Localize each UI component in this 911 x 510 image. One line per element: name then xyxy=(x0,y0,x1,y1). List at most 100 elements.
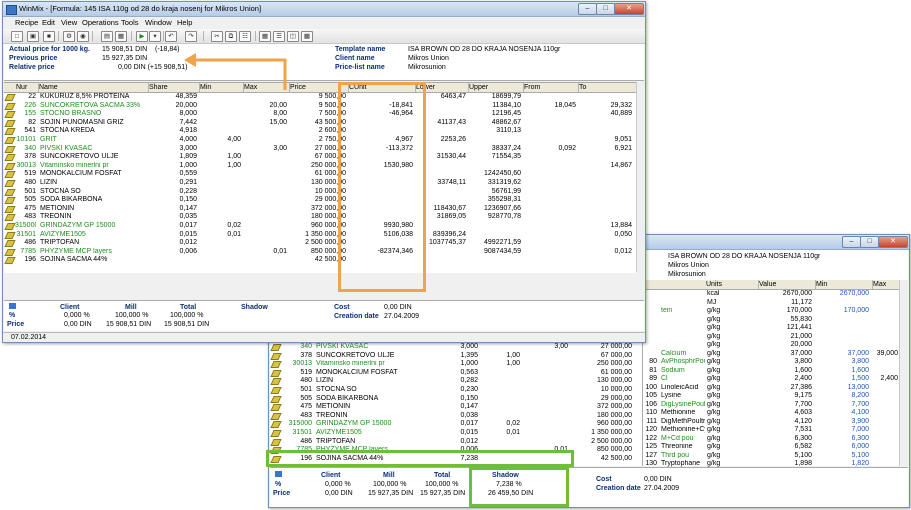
cell-min[interactable]: 1,00 xyxy=(199,153,241,162)
cell-name[interactable]: GRINDAZYM GP 15000 xyxy=(40,222,147,231)
cell-upper[interactable]: 4992271,59 xyxy=(468,239,521,248)
cell-share[interactable]: 1,000 xyxy=(428,360,478,369)
pencil-edit-icon[interactable] xyxy=(270,352,282,360)
nutrient-row[interactable]: 111 DigMethPoultry g/kg 4,120 3,900 xyxy=(643,418,899,427)
cell-share[interactable]: 20,000 xyxy=(148,102,197,111)
cell-price[interactable]: 960 000,00 xyxy=(570,420,632,429)
table-row[interactable]: 315000 GRINDAZYM GP 150000,0170,02 960 000… xyxy=(270,420,642,429)
cell-max[interactable]: 3,00 xyxy=(243,145,287,154)
cell-price[interactable]: 27 000,00 xyxy=(570,343,632,352)
cell-name[interactable]: PIVSKI KVASAC xyxy=(316,343,426,352)
grid-view-icon[interactable]: ▦ xyxy=(259,31,271,42)
nutrient-row[interactable]: Calcium g/kg 37,000 37,000 39,000 xyxy=(643,350,899,359)
nutrient-scrollbar[interactable] xyxy=(899,280,907,466)
cell-share[interactable]: 0,559 xyxy=(148,170,197,179)
cell-upper[interactable]: 331319,62 xyxy=(468,179,521,188)
redo-icon[interactable]: ↷ xyxy=(185,31,197,42)
cell-min[interactable]: 1,00 xyxy=(480,360,520,369)
undo-icon[interactable]: ↶ xyxy=(165,31,177,42)
pencil-edit-icon[interactable] xyxy=(4,162,16,170)
cell-name[interactable]: MONOKALCIUM FOSFAT xyxy=(40,170,147,179)
cell-price[interactable]: 130 000,00 xyxy=(570,377,632,386)
table-row[interactable]: 31501 AVIZYME1505 0,015 0,01 1 350 000,00 510… xyxy=(4,231,636,240)
settings-icon[interactable]: ⚙ xyxy=(63,31,75,42)
pencil-edit-icon[interactable] xyxy=(4,128,16,136)
menu-edit[interactable]: Edit xyxy=(42,18,55,27)
table-row[interactable]: 10101 GRIT 4,000 4,00 2 750,00 4,967 2253,26 9,… xyxy=(4,136,636,145)
cell-name[interactable]: Vitaminsko minerlni pr xyxy=(40,162,147,171)
cell-name[interactable]: SODA BIKARBONA xyxy=(40,196,147,205)
table-row[interactable]: 541 STOCNA KREDA 4,918 2 600,00 3110,13 xyxy=(4,127,636,136)
menu-recipe[interactable]: Recipe xyxy=(15,18,38,27)
table-row[interactable]: 31501 AVIZYME1505 0,015 0,01 1 350 000,00 xyxy=(270,429,642,438)
nutrient-row[interactable]: 122 M+Cd pou g/kg 6,300 6,300 xyxy=(643,435,899,444)
nutrient-row[interactable]: tein g/kg 170,000 170,000 xyxy=(643,307,899,316)
nutrient-row[interactable]: g/kg 21,000 xyxy=(643,333,899,342)
cell-price[interactable]: 10 000,00 xyxy=(570,386,632,395)
table-row[interactable]: 340 PIVSKI KVASAC 3,000 3,00 27 000,00 xyxy=(270,343,642,352)
new-recipe-icon[interactable]: □ xyxy=(11,31,23,42)
table-row[interactable]: 196 SOJINA SACMA 44% 42 500,00 xyxy=(4,256,636,265)
cell-price[interactable]: 61 000,00 xyxy=(570,369,632,378)
pencil-edit-icon[interactable] xyxy=(270,404,282,412)
menu-help[interactable]: Help xyxy=(177,18,192,27)
paste-icon[interactable]: ☷ xyxy=(239,31,251,42)
cell-upper[interactable]: 38337,24 xyxy=(468,145,521,154)
cell-share[interactable]: 0,015 xyxy=(428,429,478,438)
cell-share[interactable]: 3,000 xyxy=(148,145,197,154)
cell-share[interactable]: 0,150 xyxy=(428,395,478,404)
cell-price[interactable]: 250 000,00 xyxy=(570,360,632,369)
menu-window[interactable]: Window xyxy=(145,18,172,27)
cell-name[interactable]: METIONIN xyxy=(40,205,147,214)
nutrient-row[interactable]: 105 Lysine g/kg 9,175 8,200 xyxy=(643,392,899,401)
cell-to[interactable]: 0,012 xyxy=(578,248,632,257)
cell-name[interactable]: KUKURUZ 8,5% PROTEINA xyxy=(40,93,147,102)
nutrient-row[interactable]: 120 Methionine+Cystg/kg 7,531 7,000 xyxy=(643,426,899,435)
main-window-titlebar[interactable]: WinMix - [Formula: 145 ISA 110g od 28 do… xyxy=(3,2,645,17)
copy-icon[interactable]: ⧉ xyxy=(225,31,237,42)
menu-view[interactable]: View xyxy=(61,18,77,27)
cell-upper[interactable]: 928770,78 xyxy=(468,213,521,222)
cell-upper[interactable]: 11384,10 xyxy=(468,102,521,111)
minimize-button[interactable]: – xyxy=(578,3,597,15)
cell-name[interactable]: PIVSKI KVASAC xyxy=(40,145,147,154)
pencil-edit-icon[interactable] xyxy=(270,378,282,386)
nutrient-col-units[interactable]: Units xyxy=(705,280,759,289)
cell-upper[interactable]: 1236907,66 xyxy=(468,205,521,214)
pencil-edit-icon[interactable] xyxy=(270,361,282,369)
cell-share[interactable]: 0,012 xyxy=(428,438,478,447)
pencil-edit-icon[interactable] xyxy=(270,438,282,446)
cell-price[interactable]: 42 500,00 xyxy=(570,455,632,464)
pencil-edit-icon[interactable] xyxy=(270,395,282,403)
cell-min[interactable]: 0,01 xyxy=(199,231,241,240)
save-icon[interactable]: ■ xyxy=(43,31,55,42)
table-row[interactable]: 378 SUNCOKRETOVO ULJE 1,809 1,00 67 000,00 31… xyxy=(4,153,636,162)
cell-upper[interactable]: 9087434,59 xyxy=(468,248,521,257)
cell-name[interactable]: SUNCOKRETOVO ULJE xyxy=(316,352,426,361)
pencil-edit-icon[interactable] xyxy=(270,412,282,420)
cell-to[interactable]: 40,889 xyxy=(578,110,632,119)
cell-price[interactable]: 850 000,00 xyxy=(570,446,632,455)
nutrient-row[interactable]: 125 Threonine g/kg 6,582 6,000 xyxy=(643,443,899,452)
cell-name[interactable]: TRIPTOFAN xyxy=(40,239,147,248)
cell-name[interactable]: SODA BIKARBONA xyxy=(316,395,426,404)
col-name[interactable]: Name xyxy=(38,83,149,92)
chart-icon[interactable]: ▩ xyxy=(301,31,313,42)
nutrient-col-max[interactable]: Max xyxy=(872,280,901,289)
grid-scrollbar[interactable] xyxy=(636,82,644,272)
cell-share[interactable]: 1,000 xyxy=(148,162,197,171)
cell-name[interactable]: Vitaminsko minerlni pr xyxy=(316,360,426,369)
cell-name[interactable]: TREONIN xyxy=(316,412,426,421)
menu-tools[interactable]: Tools xyxy=(121,18,139,27)
close-button[interactable]: ✕ xyxy=(614,3,644,15)
cell-max[interactable]: 3,00 xyxy=(522,343,568,352)
nutrient-row[interactable]: 89 Cl g/kg 2,400 1,500 2,400 xyxy=(643,375,899,384)
pencil-edit-icon[interactable] xyxy=(4,257,16,265)
pencil-edit-icon[interactable] xyxy=(270,344,282,351)
cell-share[interactable]: 0,038 xyxy=(428,412,478,421)
cell-share[interactable]: 0,150 xyxy=(148,196,197,205)
cell-name[interactable]: AVIZYME1505 xyxy=(316,429,426,438)
cell-share[interactable]: 8,000 xyxy=(148,110,197,119)
cell-share[interactable]: 0,015 xyxy=(148,231,197,240)
table-row[interactable]: 475 METIONIN 0,147 372 000,00 xyxy=(270,403,642,412)
